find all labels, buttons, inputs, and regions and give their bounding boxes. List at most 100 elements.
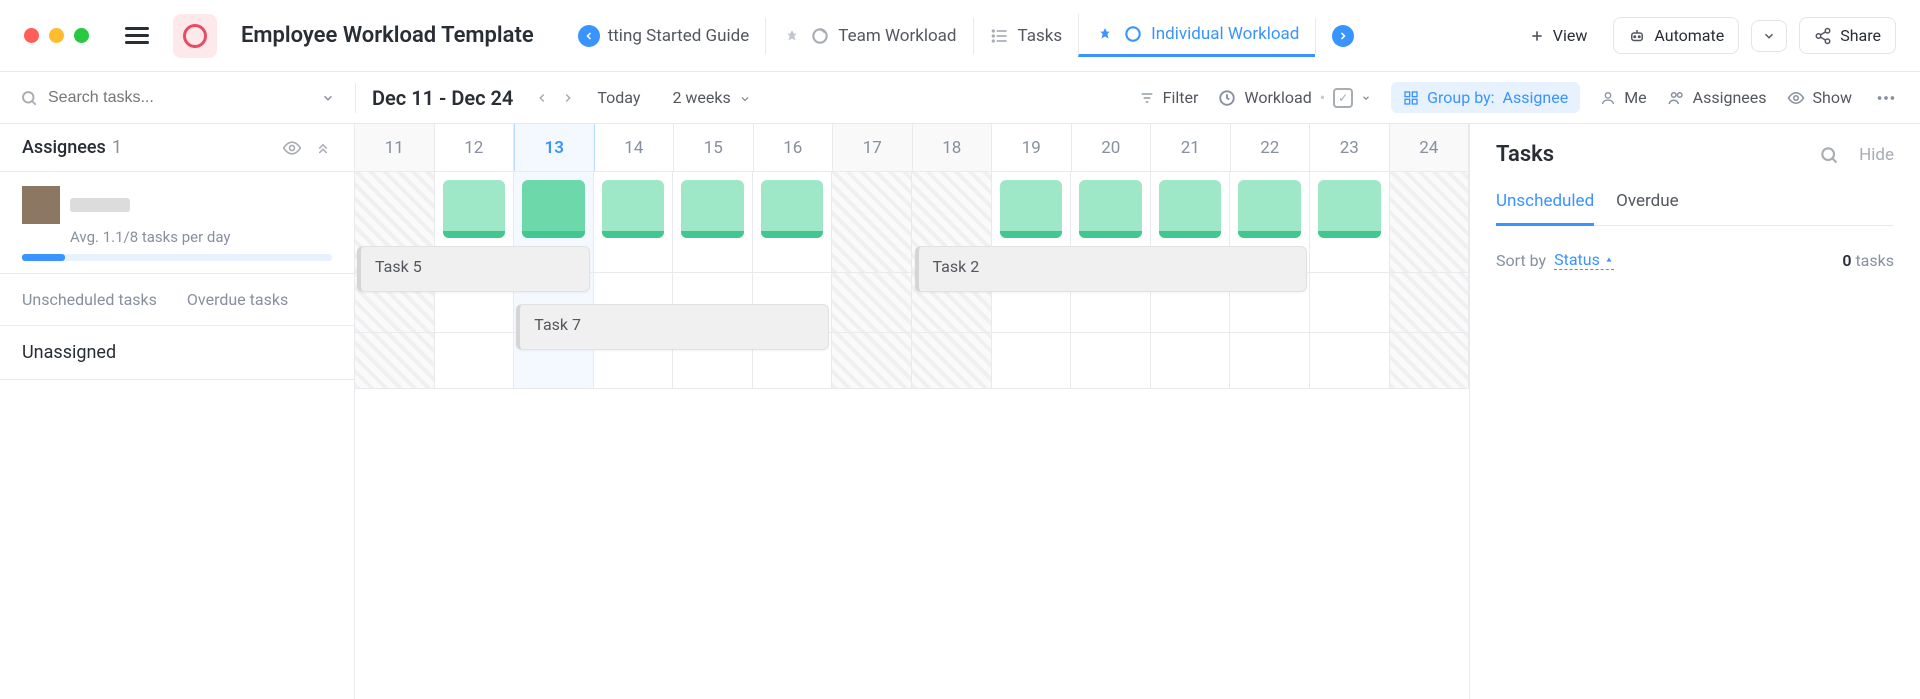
capacity-cell[interactable] [753,172,833,272]
day-column[interactable]: 19 [992,124,1072,171]
workload-block [1079,180,1142,238]
workload-label: Workload [1244,88,1311,107]
day-column[interactable]: 23 [1310,124,1390,171]
tab-tasks[interactable]: Tasks [973,18,1079,54]
grid-cell[interactable] [1390,333,1470,388]
tab-label: Individual Workload [1151,24,1299,44]
day-column[interactable]: 14 [595,124,675,171]
day-header: 1112131415161718192021222324 [355,124,1469,172]
day-column[interactable]: 12 [435,124,515,171]
capacity-cell[interactable] [1390,172,1470,272]
chevron-down-icon [1361,93,1371,103]
grid-cell[interactable] [1230,333,1310,388]
capacity-cell[interactable] [832,172,912,272]
grid-cell[interactable] [1390,273,1470,332]
show-label: Show [1813,88,1852,107]
eye-icon[interactable] [282,138,302,158]
assignees-count: 1 [112,137,122,158]
tab-individual-workload[interactable]: Individual Workload [1078,14,1315,57]
me-label: Me [1624,88,1646,107]
window-close-button[interactable] [24,28,39,43]
workload-toggle[interactable]: Workload • ✓ [1218,88,1371,108]
space-logo[interactable] [173,14,217,58]
collapse-icon[interactable] [314,138,332,158]
window-maximize-button[interactable] [74,28,89,43]
tab-overdue[interactable]: Overdue [1616,191,1678,225]
task-bar[interactable]: Task 2 [915,246,1307,292]
day-column[interactable]: 17 [833,124,913,171]
day-column[interactable]: 16 [754,124,834,171]
capacity-cell[interactable] [1310,172,1390,272]
day-column[interactable]: 22 [1231,124,1311,171]
filter-button[interactable]: Filter [1139,88,1199,107]
day-column[interactable]: 18 [913,124,993,171]
date-range[interactable]: Dec 11 - Dec 24 [356,86,529,110]
grid-cell[interactable] [1151,333,1231,388]
automate-label: Automate [1654,26,1724,45]
menu-hamburger[interactable] [125,27,149,44]
pin-icon [782,26,802,46]
day-column[interactable]: 15 [674,124,754,171]
grid-cell[interactable] [832,273,912,332]
assignees-label: Assignees [1693,88,1767,107]
window-controls [0,28,89,43]
grid-cell[interactable] [832,333,912,388]
grid-cell[interactable] [1310,333,1390,388]
day-column[interactable]: 13 [514,124,595,171]
chevron-down-icon[interactable] [321,91,335,105]
triangle-up-icon [1604,255,1614,265]
tab-unscheduled[interactable]: Unscheduled [1496,191,1594,226]
capacity-cell[interactable] [594,172,674,272]
hide-panel-button[interactable]: Hide [1859,145,1894,165]
today-button[interactable]: Today [581,88,656,107]
overdue-tasks-link[interactable]: Overdue tasks [187,290,288,309]
day-column[interactable]: 20 [1072,124,1152,171]
grid-cell[interactable] [912,333,992,388]
workload-ring-icon [1123,24,1143,44]
group-by-button[interactable]: Group by: Assignee [1391,82,1580,113]
day-column[interactable]: 21 [1151,124,1231,171]
filter-icon [1139,90,1155,106]
grid-cell[interactable] [1071,333,1151,388]
prev-range-button[interactable] [529,85,555,111]
task-bar[interactable]: Task 5 [357,246,590,292]
day-column[interactable]: 11 [355,124,435,171]
tab-more[interactable] [1315,18,1370,54]
next-range-button[interactable] [555,85,581,111]
me-button[interactable]: Me [1600,88,1646,107]
share-label: Share [1840,26,1881,45]
task-bar[interactable]: Task 7 [516,304,829,350]
list-icon [990,26,1010,46]
tasks-title: Tasks [1496,142,1554,167]
view-button[interactable]: View [1515,18,1602,53]
assignees-button[interactable]: Assignees [1667,88,1767,107]
range-preset-label: 2 weeks [672,88,730,107]
group-by-label: Group by: [1427,88,1494,107]
grid-cell[interactable] [355,333,435,388]
eye-icon [1787,89,1805,107]
show-button[interactable]: Show [1787,88,1852,107]
sort-by-value[interactable]: Status [1554,250,1614,270]
share-button[interactable]: Share [1799,17,1896,54]
unscheduled-tasks-link[interactable]: Unscheduled tasks [22,290,157,309]
tab-team-workload[interactable]: Team Workload [765,18,972,54]
arrow-left-circle-icon [578,25,600,47]
search-icon[interactable] [1819,145,1839,165]
capacity-cell[interactable] [673,172,753,272]
automate-dropdown[interactable] [1751,20,1787,52]
range-preset-select[interactable]: 2 weeks [656,88,766,107]
grid-cell[interactable] [1310,273,1390,332]
automate-button[interactable]: Automate [1613,17,1739,54]
grid-cell[interactable] [992,333,1072,388]
grid-cell[interactable] [435,333,515,388]
tab-getting-started[interactable]: tting Started Guide [562,18,766,54]
right-panel-tabs: Unscheduled Overdue [1496,191,1894,226]
more-menu-button[interactable] [1872,84,1900,112]
day-column[interactable]: 24 [1390,124,1470,171]
unassigned-row[interactable]: Unassigned [0,326,354,380]
plus-icon [1529,28,1545,44]
search-input[interactable] [48,89,311,107]
checkbox-icon[interactable]: ✓ [1333,88,1353,108]
assignee-row[interactable]: Avg. 1.1/8 tasks per day [0,172,354,274]
window-minimize-button[interactable] [49,28,64,43]
